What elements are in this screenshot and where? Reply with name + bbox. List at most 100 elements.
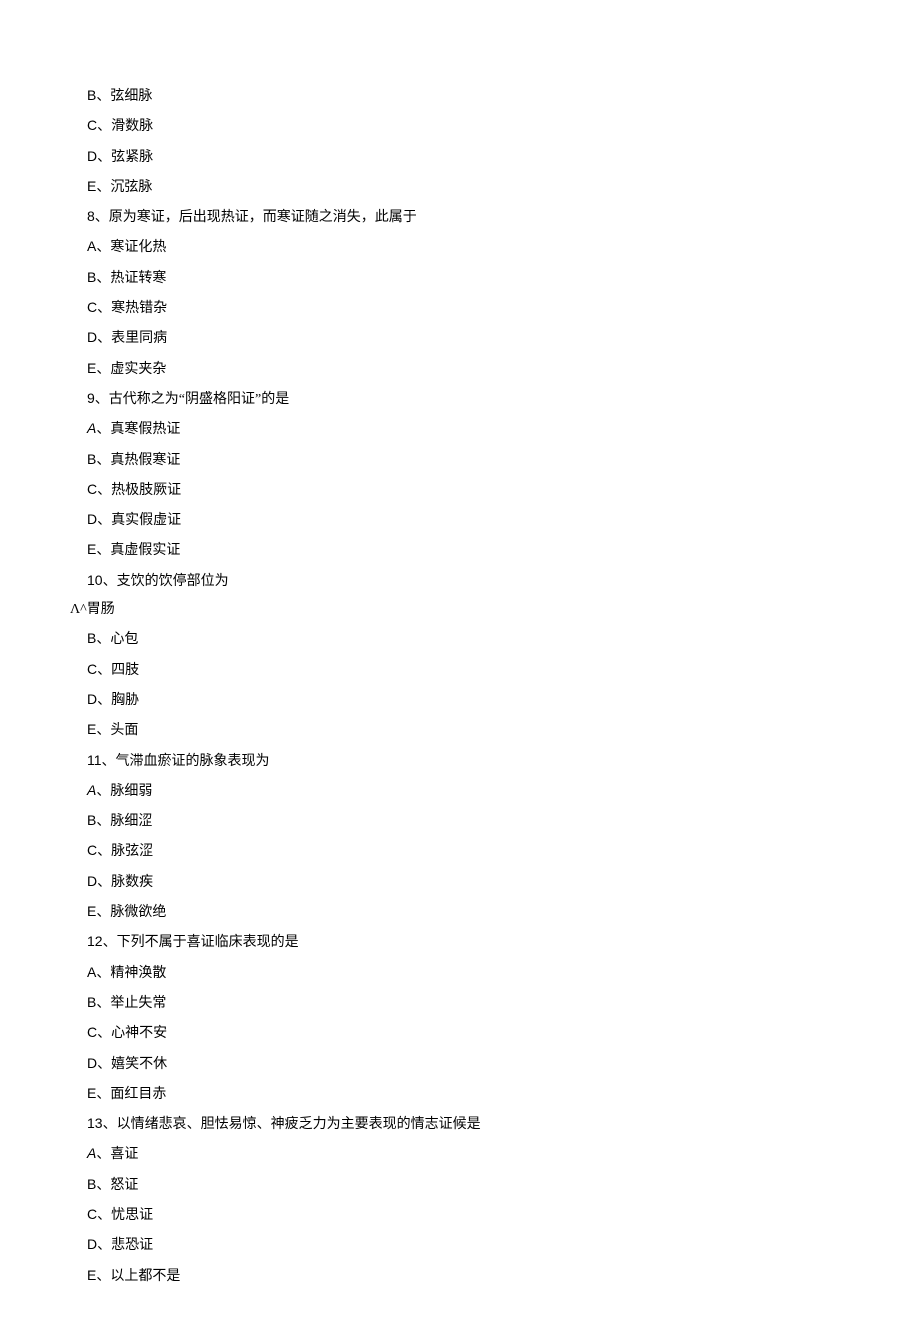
line-prefix: 9 [87,390,95,406]
line-text: 以情绪悲哀、胆怯易惊、神疲乏力为主要表现的情志证候是 [117,1117,481,1132]
text-line: C、寒热错杂 [87,300,920,316]
line-text: 真实假虚证 [111,513,181,528]
line-separator: 、 [97,1026,111,1041]
line-separator: 、 [97,331,111,346]
line-separator: 、 [95,210,109,225]
line-prefix: B [87,87,96,103]
text-line: D、真实假虚证 [87,512,920,528]
line-prefix: Λ^ [70,602,87,617]
line-separator: 、 [96,996,110,1011]
line-separator: 、 [97,119,111,134]
line-text: 古代称之为“阴盛格阳证”的是 [109,392,289,407]
line-text: 心包 [110,632,138,647]
line-separator: 、 [103,1117,117,1132]
text-line: 11、气滞血瘀证的脉象表现为 [87,753,920,769]
line-separator: 、 [97,844,111,859]
line-prefix: D [87,691,97,707]
line-text: 寒证化热 [110,240,166,255]
line-text: 举止失常 [110,996,166,1011]
line-text: 面红目赤 [110,1087,166,1102]
line-prefix: A [87,420,96,436]
line-text: 四肢 [111,663,139,678]
line-prefix: E [87,1267,96,1283]
line-separator: 、 [96,453,110,468]
line-prefix: B [87,451,96,467]
text-line: B、弦细脉 [87,88,920,104]
line-prefix: C [87,1024,97,1040]
line-separator: 、 [96,632,110,647]
line-separator: 、 [97,301,111,316]
line-separator: 、 [97,483,111,498]
line-separator: 、 [96,422,110,437]
text-line: 9、古代称之为“阴盛格阳证”的是 [87,391,920,407]
line-text: 脉微欲绝 [110,905,166,920]
line-text: 忧思证 [111,1208,153,1223]
line-text: 脉细弱 [110,784,152,799]
line-prefix: E [87,903,96,919]
line-prefix: E [87,721,96,737]
line-separator: 、 [96,180,110,195]
line-prefix: D [87,148,97,164]
text-line: 10、支饮的饮停部位为 [87,573,920,589]
text-line: D、嬉笑不休 [87,1056,920,1072]
line-prefix: 12 [87,933,103,949]
document-content: B、弦细脉C、滑数脉D、弦紧脉E、沉弦脉8、原为寒证，后出现热证，而寒证随之消失… [87,88,920,1284]
line-prefix: A [87,1145,96,1161]
text-line: 8、原为寒证，后出现热证，而寒证随之消失，此属于 [87,209,920,225]
line-separator: 、 [102,754,116,769]
line-prefix: C [87,661,97,677]
line-prefix: D [87,511,97,527]
line-text: 头面 [110,723,138,738]
text-line: Λ^胃肠 [70,603,920,617]
line-text: 原为寒证，后出现热证，而寒证随之消失，此属于 [109,210,417,225]
text-line: B、心包 [87,631,920,647]
text-line: C、脉弦涩 [87,843,920,859]
line-separator: 、 [96,966,110,981]
line-separator: 、 [96,905,110,920]
line-prefix: 8 [87,208,95,224]
line-prefix: C [87,299,97,315]
line-separator: 、 [96,89,110,104]
line-prefix: C [87,842,97,858]
line-separator: 、 [103,935,117,950]
text-line: B、脉细涩 [87,813,920,829]
text-line: D、胸胁 [87,692,920,708]
line-separator: 、 [97,1238,111,1253]
line-separator: 、 [96,543,110,558]
text-line: E、虚实夹杂 [87,361,920,377]
line-text: 气滞血瘀证的脉象表现为 [116,754,270,769]
line-separator: 、 [96,1087,110,1102]
text-line: B、怒证 [87,1177,920,1193]
text-line: E、头面 [87,722,920,738]
line-text: 弦紧脉 [111,150,153,165]
line-separator: 、 [96,271,110,286]
text-line: D、脉数疾 [87,874,920,890]
line-prefix: E [87,541,96,557]
line-prefix: A [87,238,96,254]
line-text: 胃肠 [87,602,115,617]
line-prefix: E [87,360,96,376]
text-line: E、真虚假实证 [87,542,920,558]
text-line: E、脉微欲绝 [87,904,920,920]
line-text: 沉弦脉 [110,180,152,195]
line-text: 胸胁 [111,693,139,708]
line-text: 心神不安 [111,1026,167,1041]
text-line: A、真寒假热证 [87,421,920,437]
line-separator: 、 [96,362,110,377]
line-separator: 、 [97,663,111,678]
line-text: 热证转寒 [110,271,166,286]
line-prefix: 11 [87,752,102,768]
line-separator: 、 [96,723,110,738]
line-text: 嬉笑不休 [111,1057,167,1072]
line-separator: 、 [96,1269,110,1284]
line-text: 滑数脉 [111,119,153,134]
line-separator: 、 [95,392,109,407]
line-text: 喜证 [110,1147,138,1162]
line-text: 支饮的饮停部位为 [117,574,229,589]
line-text: 脉弦涩 [111,844,153,859]
text-line: C、忧思证 [87,1207,920,1223]
line-text: 真寒假热证 [110,422,180,437]
line-text: 下列不属于喜证临床表现的是 [117,935,299,950]
text-line: C、四肢 [87,662,920,678]
line-prefix: D [87,329,97,345]
